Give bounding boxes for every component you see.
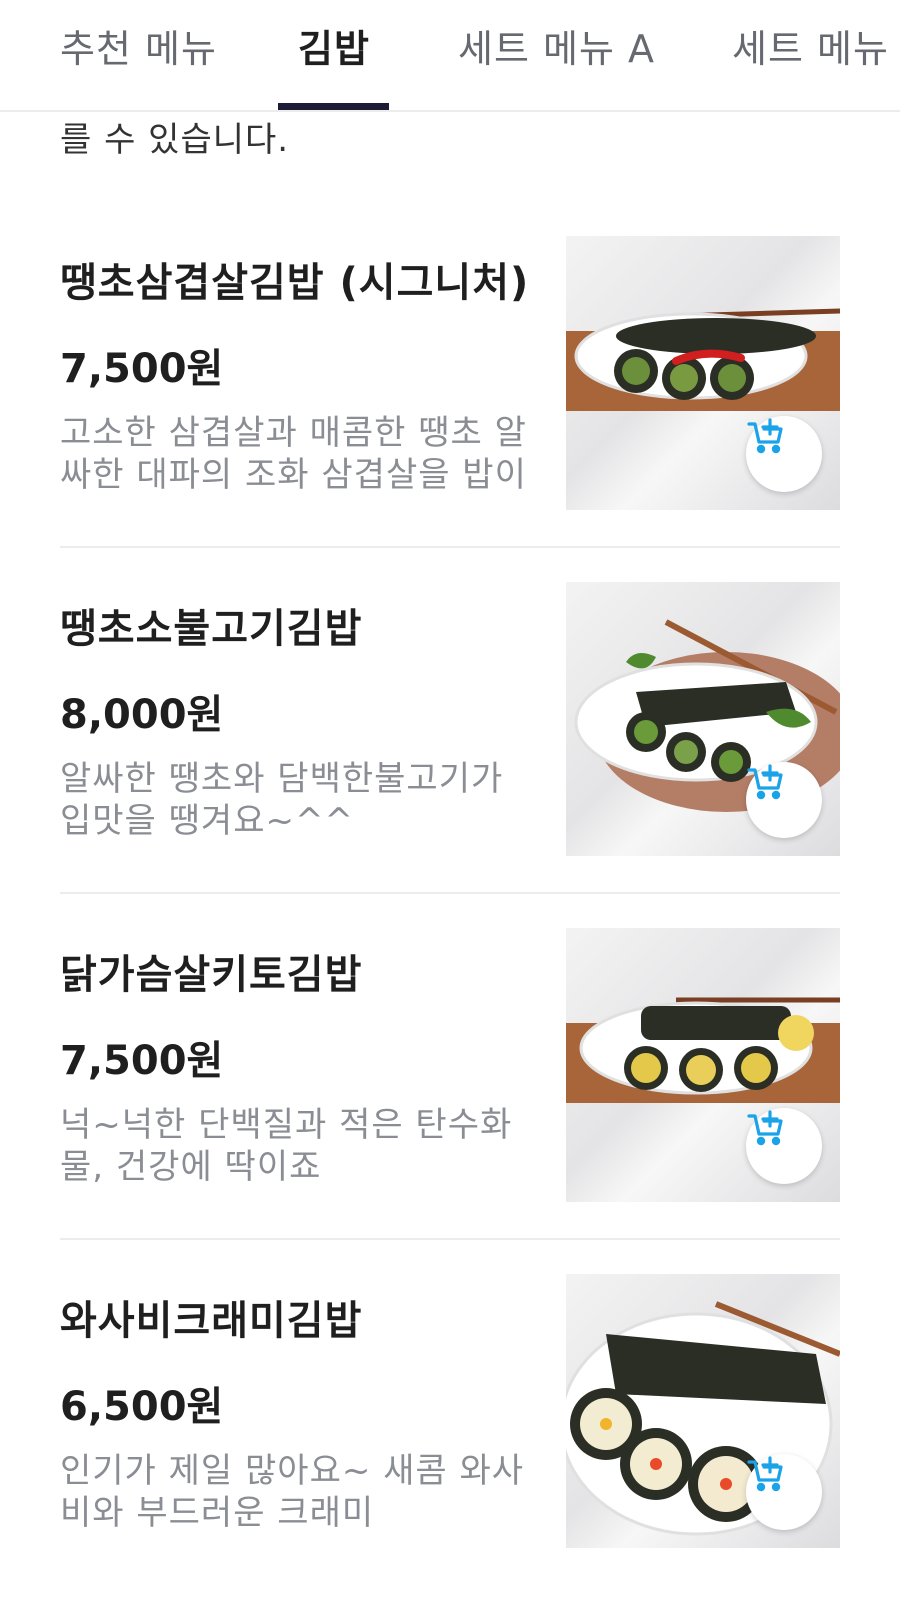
add-to-cart-button[interactable] [746,1454,822,1530]
active-tab-indicator [278,103,389,110]
menu-item-description: 넉~넉한 단백질과 적은 탄수화물, 건강에 딱이죠 [60,1105,513,1187]
menu-item-name: 땡초소불고기김밥 [60,606,363,652]
menu-item-price: 8,000원 [60,692,224,738]
menu-item[interactable]: 닭가슴살키토김밥 7,500원 넉~넉한 단백질과 적은 탄수화물, 건강에 딱… [60,928,840,1284]
menu-item-description: 알싸한 땡초와 담백한불고기가 입맛을 땡겨요~^^ [60,759,504,841]
menu-item[interactable]: 땡초삼겹살김밥 (시그니처) 7,500원 고소한 삼겹살과 매콤한 땡초 알싸… [60,236,840,592]
menu-item-photo[interactable] [566,1274,840,1548]
menu-item-price: 7,500원 [60,1038,224,1084]
menu-item-name: 와사비크래미김밥 [60,1298,363,1344]
add-to-cart-button[interactable] [746,762,822,838]
menu-item-photo[interactable] [566,928,840,1202]
add-to-cart-button[interactable] [746,1108,822,1184]
category-tab-bar: 추천 메뉴 김밥 세트 메뉴 A 세트 메뉴 [0,0,900,112]
menu-item-price: 7,500원 [60,346,224,392]
menu-item-name: 닭가슴살키토김밥 [60,952,363,998]
menu-item-description: 고소한 삼겹살과 매콤한 땡초 알싸한 대파의 조화 삼겹살을 밥이 [60,413,527,495]
menu-item-photo[interactable] [566,582,840,856]
item-divider [60,892,840,894]
menu-item-photo[interactable] [566,236,840,510]
item-divider [60,1238,840,1240]
menu-item-description: 인기가 제일 많아요~ 새콤 와사비와 부드러운 크래미 [60,1451,525,1533]
item-divider [60,546,840,548]
tab-set-menu[interactable]: 세트 메뉴 [732,18,889,73]
category-intro-text: 를 수 있습니다. [60,120,290,160]
menu-item[interactable]: 와사비크래미김밥 6,500원 인기가 제일 많아요~ 새콤 와사비와 부드러운… [60,1274,840,1616]
add-to-cart-button[interactable] [746,416,822,492]
tab-recommended[interactable]: 추천 메뉴 [60,18,217,73]
tab-set-menu-a[interactable]: 세트 메뉴 A [458,18,655,73]
menu-item[interactable]: 땡초소불고기김밥 8,000원 알싸한 땡초와 담백한불고기가 입맛을 땡겨요~… [60,582,840,938]
menu-item-name: 땡초삼겹살김밥 (시그니처) [60,260,530,306]
tab-gimbap[interactable]: 김밥 [298,18,370,73]
menu-item-price: 6,500원 [60,1384,224,1430]
